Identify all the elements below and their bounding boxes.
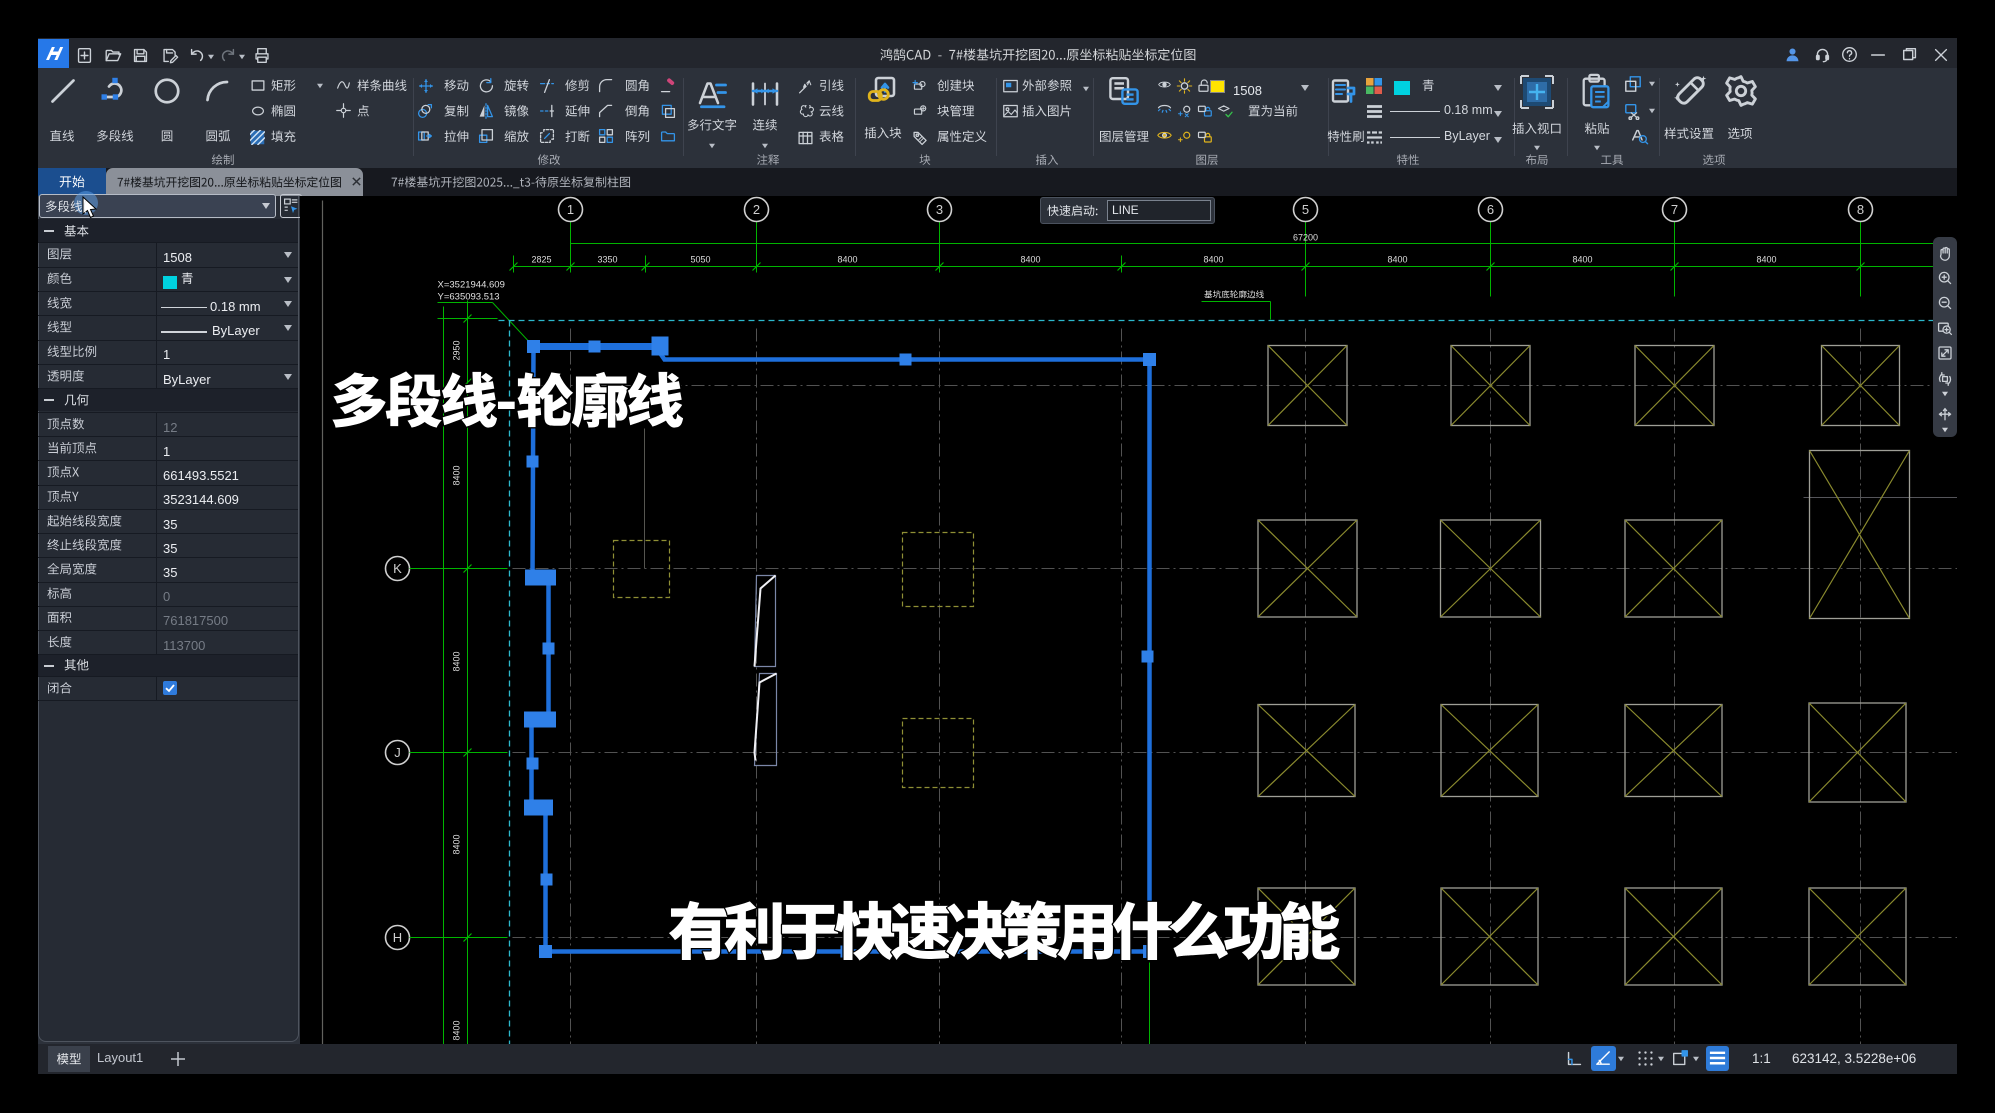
svg-text:7: 7: [1671, 202, 1678, 217]
svg-text:2825: 2825: [531, 255, 551, 265]
svg-text:8400: 8400: [1572, 255, 1592, 265]
svg-text:8400: 8400: [1756, 255, 1776, 265]
svg-text:8400: 8400: [452, 1020, 462, 1040]
svg-text:67200: 67200: [1293, 233, 1318, 243]
svg-text:K: K: [393, 561, 402, 576]
svg-text:X=3521944.609: X=3521944.609: [438, 280, 505, 291]
svg-text:8400: 8400: [837, 255, 857, 265]
svg-text:3: 3: [936, 202, 943, 217]
svg-text:8: 8: [1857, 202, 1864, 217]
svg-text:8400: 8400: [1020, 255, 1040, 265]
svg-text:8400: 8400: [452, 465, 462, 485]
svg-text:8400: 8400: [452, 834, 462, 854]
svg-text:8400: 8400: [1203, 255, 1223, 265]
svg-text:1: 1: [567, 202, 574, 217]
svg-text:H: H: [393, 930, 402, 945]
svg-text:3350: 3350: [597, 255, 617, 265]
svg-text:2950: 2950: [452, 340, 462, 360]
svg-text:8400: 8400: [1387, 255, 1407, 265]
svg-text:5: 5: [1302, 202, 1309, 217]
svg-text:J: J: [394, 745, 401, 760]
svg-text:Y=635093.513: Y=635093.513: [438, 292, 500, 303]
svg-text:6: 6: [1487, 202, 1494, 217]
svg-text:8400: 8400: [452, 651, 462, 671]
svg-text:5050: 5050: [690, 255, 710, 265]
svg-text:2: 2: [753, 202, 760, 217]
